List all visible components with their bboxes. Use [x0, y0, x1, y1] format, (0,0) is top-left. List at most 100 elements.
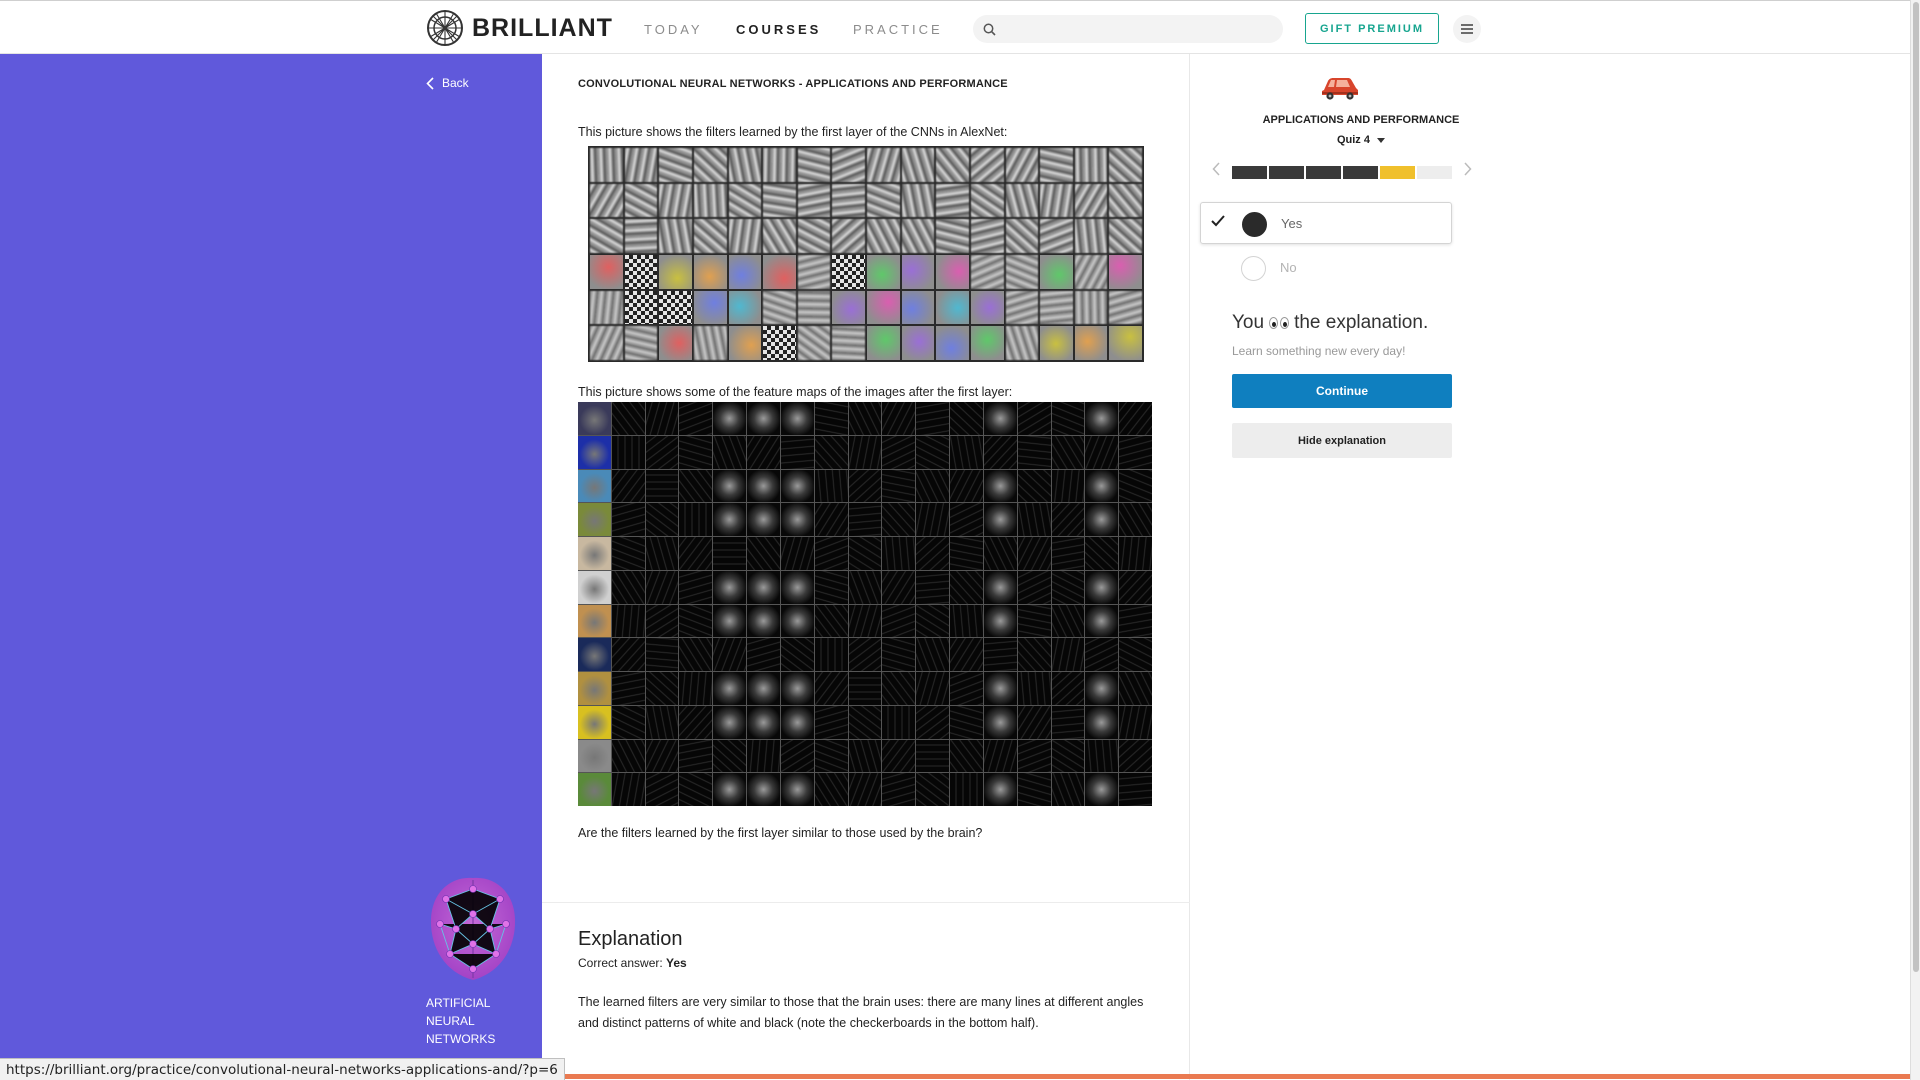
filter-thumbnail [1109, 290, 1142, 325]
filter-thumbnail [763, 255, 796, 289]
filter-thumbnail [1109, 255, 1142, 289]
feature-map-thumbnail [983, 705, 1017, 739]
gift-premium-button[interactable]: GIFT PREMIUM [1305, 13, 1439, 44]
feature-map-thumbnail [578, 402, 611, 435]
feature-map-thumbnail [611, 570, 645, 604]
feature-map-thumbnail [848, 638, 882, 671]
feature-map-thumbnail [679, 402, 713, 435]
feature-map-thumbnail [1085, 469, 1119, 503]
progress-segment [1306, 166, 1341, 179]
filter-thumbnail [936, 326, 969, 360]
tagline: Learn something new every day! [1232, 344, 1406, 358]
check-icon [1211, 215, 1225, 227]
explanation-text: The learned filters are very similar to … [578, 995, 1144, 1030]
feature-map-thumbnail [578, 537, 611, 570]
correct-answer-value: Yes [666, 956, 687, 970]
feature-map-thumbnail [983, 503, 1017, 536]
feature-map-thumbnail [611, 469, 645, 503]
feature-map-thumbnail [1017, 705, 1051, 739]
filter-thumbnail [1074, 219, 1108, 253]
feature-map-thumbnail [950, 537, 983, 570]
course-name[interactable]: ARTIFICIAL NEURAL NETWORKS [426, 994, 536, 1048]
question-text: Are the filters learned by the first lay… [578, 826, 983, 840]
feature-map-thumbnail [1051, 739, 1085, 773]
feature-map-thumbnail [611, 672, 645, 705]
filter-thumbnail [970, 148, 1004, 182]
filter-thumbnail [1040, 148, 1073, 182]
nav-courses[interactable]: COURSES [736, 22, 821, 37]
nav-today[interactable]: TODAY [644, 22, 703, 37]
feature-map-thumbnail [645, 739, 679, 773]
feature-map-thumbnail [983, 570, 1017, 604]
filter-thumbnail [1040, 326, 1073, 360]
menu-button[interactable] [1453, 15, 1481, 43]
back-link[interactable]: Back [426, 76, 469, 90]
filter-thumbnail [624, 219, 658, 253]
feature-map-thumbnail [645, 469, 679, 503]
filter-thumbnail [624, 148, 658, 182]
feature-map-thumbnail [916, 537, 950, 570]
radio-yes[interactable] [1242, 212, 1267, 237]
quiz-selector[interactable]: Quiz 4 [1210, 134, 1512, 146]
filter-thumbnail [728, 290, 762, 325]
feature-map-thumbnail [916, 638, 950, 671]
filter-thumbnail [867, 255, 900, 289]
feature-map-thumbnail [983, 435, 1017, 469]
page-scrollbar[interactable] [1910, 0, 1920, 1080]
car-icon [1322, 78, 1358, 100]
filter-thumbnail [590, 219, 623, 253]
chevron-right-icon[interactable] [1464, 162, 1472, 176]
filter-thumbnail [1040, 183, 1073, 218]
feature-map-thumbnail [983, 773, 1017, 806]
feature-map-thumbnail [747, 503, 780, 536]
search-bar[interactable] [973, 15, 1283, 43]
filter-thumbnail [728, 148, 762, 182]
result-suffix: the explanation. [1294, 312, 1429, 333]
feature-map-thumbnail [1017, 638, 1051, 671]
hide-explanation-button[interactable]: Hide explanation [1232, 423, 1452, 458]
feature-map-thumbnail [983, 469, 1017, 503]
feature-map-thumbnail [1085, 739, 1119, 773]
filter-thumbnail [867, 148, 900, 182]
filter-thumbnail [1005, 148, 1039, 182]
feature-map-thumbnail [950, 672, 983, 705]
feature-map-thumbnail [950, 570, 983, 604]
filter-thumbnail [867, 326, 900, 360]
feature-map-thumbnail [1119, 402, 1152, 435]
course-name-line: NEURAL [426, 1014, 475, 1028]
feature-map-thumbnail [679, 638, 713, 671]
brilliant-logo-icon [427, 10, 463, 46]
radio-no[interactable] [1241, 256, 1266, 281]
filter-thumbnail [832, 148, 865, 182]
filters-caption: This picture shows the filters learned b… [578, 125, 1008, 139]
feature-map-thumbnail [780, 402, 814, 435]
feature-map-thumbnail [645, 604, 679, 638]
scrollbar-thumb[interactable] [1913, 2, 1919, 972]
filter-thumbnail [867, 183, 900, 218]
divider [542, 902, 1190, 903]
back-label: Back [442, 76, 469, 90]
brand-logo[interactable]: BRILLIANT [426, 9, 613, 47]
answer-option-yes[interactable]: Yes [1200, 202, 1452, 244]
feature-map-thumbnail [983, 739, 1017, 773]
course-sidebar: Back ARTIFICIAL NEURAL NETWORKS [0, 54, 542, 1080]
filter-thumbnail [1005, 255, 1039, 289]
chevron-left-icon[interactable] [1212, 162, 1220, 176]
feature-map-thumbnail [916, 739, 950, 773]
filter-thumbnail [693, 290, 727, 325]
answer-option-no[interactable]: No [1200, 247, 1452, 289]
nav-practice[interactable]: PRACTICE [853, 22, 943, 37]
feature-map-thumbnail [645, 435, 679, 469]
search-input[interactable] [996, 15, 1283, 43]
filter-thumbnail [624, 255, 658, 289]
feature-map-thumbnail [679, 672, 713, 705]
quiz-number: Quiz 4 [1336, 134, 1370, 146]
continue-button[interactable]: Continue [1232, 374, 1452, 408]
filter-thumbnail [901, 219, 935, 253]
filter-thumbnail [590, 255, 623, 289]
feature-map-thumbnail [1051, 469, 1085, 503]
course-name-line: ARTIFICIAL [426, 996, 491, 1010]
feature-map-thumbnail [882, 503, 916, 536]
filter-thumbnail [659, 219, 692, 253]
feature-map-thumbnail [916, 503, 950, 536]
